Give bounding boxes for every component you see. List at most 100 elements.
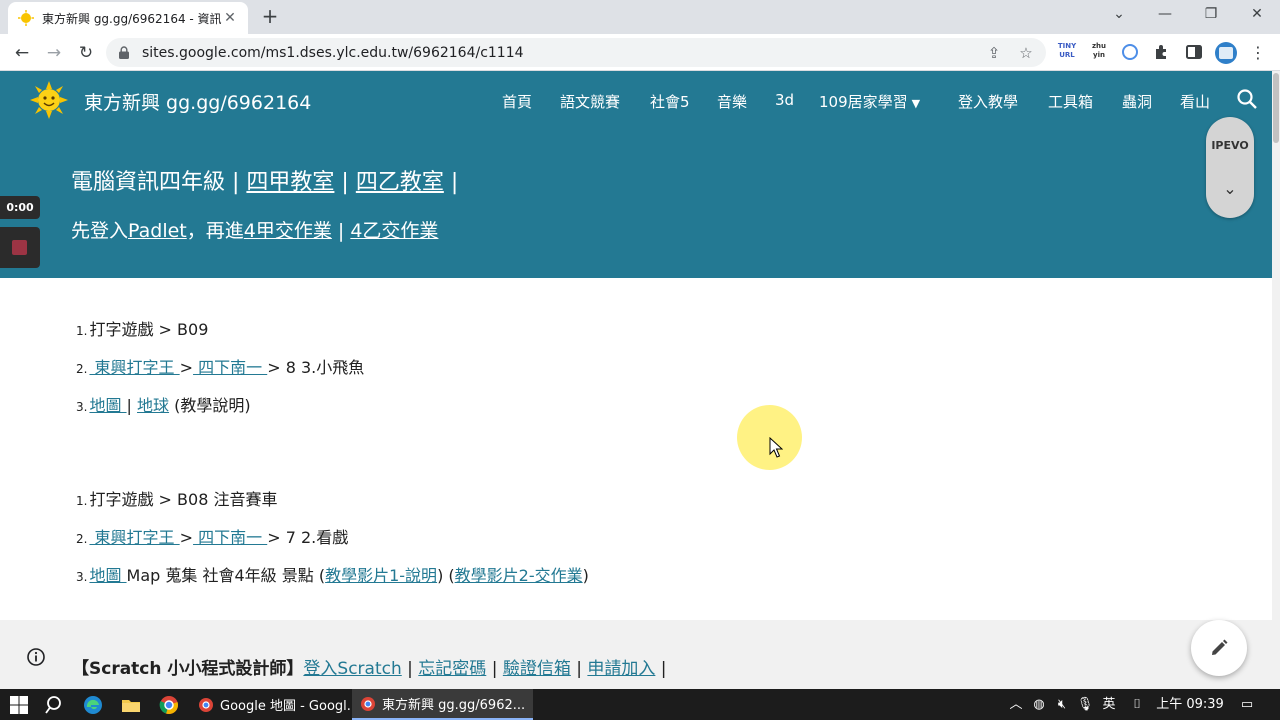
nav-item-mountain[interactable]: 看山	[1180, 91, 1210, 112]
nav-item-home[interactable]: 首頁	[502, 91, 532, 112]
extensions-puzzle-icon[interactable]	[1153, 43, 1171, 61]
typing-king-link[interactable]: 東興打字王	[89, 528, 179, 547]
list-text: > 8 3.小飛魚	[267, 358, 365, 377]
browser-tab-active[interactable]: 東方新興 gg.gg/6962164 - 資訊 ✕	[8, 2, 248, 34]
page-scrollbar[interactable]	[1272, 71, 1280, 689]
nav-item-login-tutorial[interactable]: 登入教學	[958, 91, 1018, 112]
edge-icon[interactable]	[82, 694, 104, 716]
windows-start-icon[interactable]	[8, 694, 30, 716]
tutorial-video-2-link[interactable]: 教學影片2-交作業	[455, 566, 583, 585]
new-tab-button[interactable]: +	[258, 5, 282, 29]
list-text: Map 蒐集 社會4年級 景點 (	[126, 566, 326, 585]
list-item: 2. 東興打字王 > 四下南一 > 7 2.看戲	[76, 524, 348, 548]
list-text: ) (	[437, 566, 455, 585]
class-4a-link[interactable]: 四甲教室	[246, 170, 334, 195]
chevron-down-icon[interactable]: ⌄	[1206, 179, 1254, 198]
list-number: 1.	[76, 324, 88, 338]
extension-circle-icon[interactable]	[1121, 43, 1139, 61]
taskbar-app-site[interactable]: 東方新興 gg.gg/6962...	[352, 689, 534, 720]
url-text: sites.google.com/ms1.dses.ylc.edu.tw/696…	[142, 44, 524, 61]
nav-item-home-learning-label: 109居家學習	[819, 93, 908, 111]
list-text: (教學說明)	[169, 396, 251, 415]
share-icon[interactable]: ⇪	[984, 43, 1004, 63]
tinyurl-extension-icon[interactable]: TINY URL	[1056, 42, 1078, 64]
bookmark-star-icon[interactable]: ☆	[1016, 43, 1036, 63]
side-panel-icon[interactable]	[1185, 43, 1203, 61]
map-link[interactable]: 地圖	[89, 396, 126, 415]
submit-4b-link[interactable]: 4乙交作業	[350, 220, 438, 242]
list-number: 3.	[76, 400, 88, 414]
apply-join-link[interactable]: 申請加入	[587, 659, 655, 679]
nav-item-social5[interactable]: 社會5	[650, 91, 690, 112]
hero-text: ，再進	[186, 220, 244, 242]
list-item: 3. 地圖 | 地球 (教學說明)	[76, 392, 251, 416]
notification-icon[interactable]: ▭	[1234, 689, 1260, 720]
hero-separator: |	[331, 220, 351, 242]
back-button[interactable]: ←	[8, 39, 36, 67]
list-number: 3.	[76, 570, 88, 584]
close-window-icon[interactable]: ✕	[1234, 0, 1280, 30]
forward-button[interactable]: →	[40, 39, 68, 67]
list-text: )	[582, 566, 589, 585]
nav-item-toolbox[interactable]: 工具箱	[1048, 91, 1093, 112]
chrome-menu-icon[interactable]: ⋮	[1244, 39, 1272, 67]
ime-mode-icon[interactable]: ⌷	[1126, 689, 1148, 720]
list-item: 2. 東興打字王 > 四下南一 > 8 3.小飛魚	[76, 354, 364, 378]
pencil-icon	[1212, 639, 1228, 655]
ipevo-widget[interactable]: IPEVO ⌄	[1206, 117, 1254, 218]
forgot-password-link[interactable]: 忘記密碼	[418, 659, 486, 679]
restore-icon[interactable]: ❐	[1188, 0, 1234, 30]
separator: |	[570, 659, 588, 679]
tab-close-icon[interactable]: ✕	[222, 10, 238, 26]
search-icon[interactable]	[1236, 88, 1258, 110]
file-explorer-icon[interactable]	[120, 694, 142, 716]
class-4b-link[interactable]: 四乙教室	[356, 170, 444, 195]
site-title[interactable]: 東方新興 gg.gg/6962164	[84, 88, 311, 115]
volume-muted-icon[interactable]: 🔇︎	[1052, 689, 1072, 720]
tab-strip: 東方新興 gg.gg/6962164 - 資訊 ✕ + ⌄ — ❐ ✕	[0, 0, 1280, 34]
earth-link[interactable]: 地球	[137, 396, 169, 415]
separator: |	[655, 659, 667, 679]
list-number: 1.	[76, 494, 88, 508]
sun-logo-icon[interactable]	[30, 81, 68, 119]
scratch-login-link[interactable]: 登入Scratch	[303, 659, 401, 679]
reload-button[interactable]: ↻	[72, 39, 100, 67]
microphone-icon[interactable]: 🎙︎	[1076, 689, 1094, 720]
profile-avatar[interactable]	[1214, 41, 1238, 65]
chrome-icon[interactable]	[158, 694, 180, 716]
nav-item-music[interactable]: 音樂	[717, 91, 747, 112]
submit-4a-link[interactable]: 4甲交作業	[244, 220, 332, 242]
list-text: 打字遊戲 > B09	[89, 320, 209, 339]
scrollbar-thumb[interactable]	[1273, 73, 1279, 143]
nav-item-home-learning[interactable]: 109居家學習 ▼	[819, 91, 920, 112]
grade4-nanyi-link[interactable]: 四下南一	[193, 528, 267, 547]
hero-separator: |	[334, 170, 356, 195]
padlet-link[interactable]: Padlet	[128, 220, 187, 242]
hero-text: 電腦資訊四年級 |	[71, 170, 247, 195]
edit-button[interactable]	[1191, 620, 1247, 676]
clock[interactable]: 上午 09:39	[1156, 689, 1224, 720]
scratch-section: 【Scratch 小小程式設計師】登入Scratch | 忘記密碼 | 驗證信箱…	[0, 620, 1272, 689]
windows-taskbar: Google 地圖 - Googl... 東方新興 gg.gg/6962... …	[0, 689, 1280, 720]
tutorial-video-1-link[interactable]: 教學影片1-說明	[325, 566, 437, 585]
search-icon[interactable]	[44, 694, 66, 716]
tab-search-chevron-icon[interactable]: ⌄	[1096, 0, 1142, 30]
nav-item-language-contest[interactable]: 語文競賽	[560, 91, 620, 112]
tray-chevron-up-icon[interactable]: ︿	[1006, 689, 1026, 720]
nav-item-wormhole[interactable]: 蟲洞	[1122, 91, 1152, 112]
tray-app-icon[interactable]: ◍	[1030, 689, 1048, 720]
list-text: > 7 2.看戲	[267, 528, 349, 547]
map-link[interactable]: 地圖	[89, 566, 126, 585]
ime-indicator[interactable]: 英	[1098, 689, 1120, 720]
recording-stop-button[interactable]	[0, 227, 40, 268]
zhuyin-extension-icon[interactable]: zhu yin	[1088, 42, 1110, 64]
info-icon[interactable]	[26, 647, 46, 667]
grade4-nanyi-link[interactable]: 四下南一	[193, 358, 267, 377]
minimize-icon[interactable]: —	[1142, 0, 1188, 30]
list-item: 3. 地圖 Map 蒐集 社會4年級 景點 (教學影片1-說明) (教學影片2-交…	[76, 562, 589, 586]
verify-email-link[interactable]: 驗證信箱	[503, 659, 571, 679]
address-bar[interactable]: sites.google.com/ms1.dses.ylc.edu.tw/696…	[106, 38, 1046, 67]
taskbar-app-google-maps[interactable]: Google 地圖 - Googl...	[190, 689, 367, 720]
nav-item-3d[interactable]: 3d	[775, 91, 794, 109]
typing-king-link[interactable]: 東興打字王	[89, 358, 179, 377]
